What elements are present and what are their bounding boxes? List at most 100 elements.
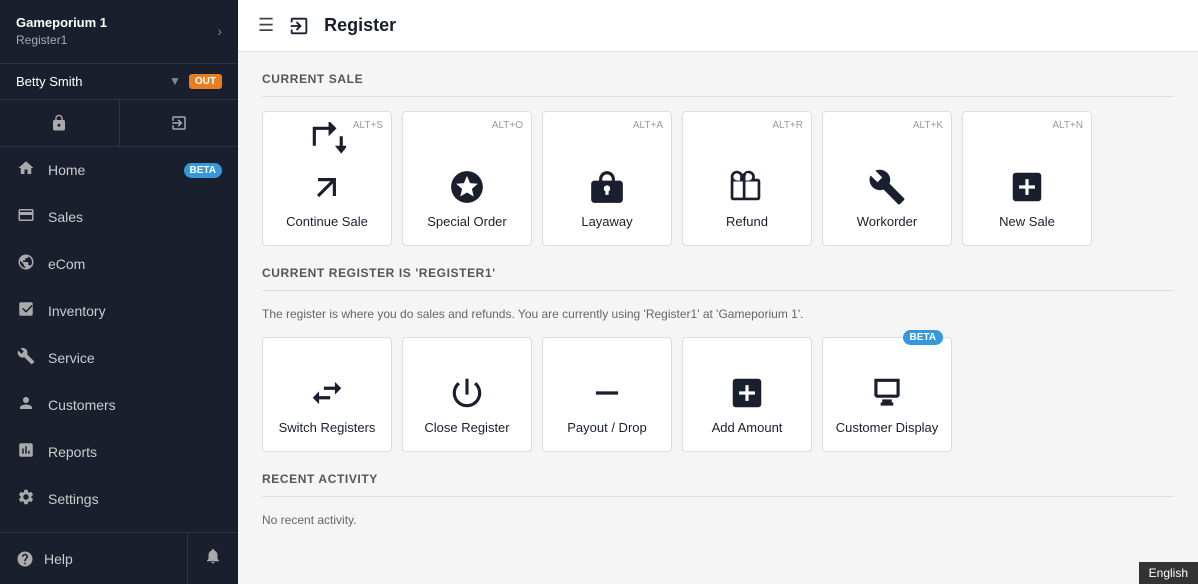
workorder-icon: [868, 168, 906, 206]
layaway-shortcut: ALT+A: [633, 120, 663, 131]
sidebar-bottom: Help: [0, 532, 238, 584]
sidebar-item-reports[interactable]: Reports: [0, 429, 238, 476]
content-area: CURRENT SALE ALT+S Continue Sale ALT+O S…: [238, 52, 1198, 584]
help-label: Help: [44, 551, 73, 567]
service-icon: [16, 347, 36, 370]
brand-name: Gameporium 1: [16, 14, 107, 32]
switch-registers-card[interactable]: Switch Registers: [262, 337, 392, 452]
payout-drop-card[interactable]: Payout / Drop: [542, 337, 672, 452]
user-name: Betty Smith: [16, 74, 165, 89]
sidebar-brand[interactable]: Gameporium 1 Register1 ›: [0, 0, 238, 64]
sidebar-item-service[interactable]: Service: [0, 335, 238, 382]
home-icon: [16, 159, 36, 182]
logout-button[interactable]: [119, 100, 239, 146]
language-label: English: [1149, 566, 1188, 580]
sidebar-item-reports-label: Reports: [48, 444, 222, 460]
layaway-label: Layaway: [581, 214, 632, 231]
payout-drop-icon: [588, 374, 626, 412]
recent-activity-empty: No recent activity.: [262, 511, 1174, 529]
add-amount-label: Add Amount: [712, 420, 783, 437]
sidebar-item-sales-label: Sales: [48, 209, 222, 225]
special-order-card[interactable]: ALT+O Special Order: [402, 111, 532, 246]
layaway-card[interactable]: ALT+A Layaway: [542, 111, 672, 246]
lock-icon: [50, 114, 68, 132]
continue-sale-card[interactable]: ALT+S Continue Sale: [262, 111, 392, 246]
workorder-card[interactable]: ALT+K Workorder: [822, 111, 952, 246]
sidebar-nav: Home BETA Sales eCom Inventory: [0, 147, 238, 532]
lock-button[interactable]: home: [0, 100, 119, 146]
new-sale-shortcut: ALT+N: [1052, 120, 1083, 131]
refund-card[interactable]: ALT+R Refund: [682, 111, 812, 246]
brand-sub: Register1: [16, 32, 107, 49]
customer-display-beta-badge: BETA: [903, 330, 943, 345]
customer-display-card[interactable]: BETA Customer Display: [822, 337, 952, 452]
register-card-grid: Switch Registers Close Register Payout /…: [262, 337, 1174, 452]
user-chevron-icon: ▼: [169, 74, 181, 88]
sidebar-item-inventory[interactable]: Inventory: [0, 288, 238, 335]
help-icon: [16, 550, 34, 568]
recent-activity-section-title: RECENT ACTIVITY: [262, 472, 1174, 486]
sidebar-item-customers-label: Customers: [48, 397, 222, 413]
refund-icon: [728, 168, 766, 206]
ecom-icon: [16, 253, 36, 276]
user-status-badge: OUT: [189, 74, 222, 89]
hamburger-menu-button[interactable]: ☰: [258, 15, 274, 36]
close-register-icon: [448, 374, 486, 412]
add-amount-icon: [728, 374, 766, 412]
sidebar: Gameporium 1 Register1 › Betty Smith ▼ O…: [0, 0, 238, 584]
continue-sale-shortcut: ALT+S: [353, 120, 383, 131]
current-sale-card-grid: ALT+S Continue Sale ALT+O Special Order …: [262, 111, 1174, 246]
brand-text: Gameporium 1 Register1: [16, 14, 107, 49]
special-order-label: Special Order: [427, 214, 506, 231]
add-amount-card[interactable]: Add Amount: [682, 337, 812, 452]
reports-icon: [16, 441, 36, 464]
customers-icon: [16, 394, 36, 417]
sidebar-item-home-label: Home: [48, 162, 172, 178]
new-sale-icon: [1008, 168, 1046, 206]
home-beta-badge: BETA: [184, 163, 222, 178]
workorder-shortcut: ALT+K: [913, 120, 943, 131]
continue-sale-arrow-icon: [308, 168, 346, 206]
switch-registers-icon: [308, 374, 346, 412]
notifications-button[interactable]: [187, 533, 238, 584]
topbar: ☰ Register: [238, 0, 1198, 52]
current-sale-section-title: CURRENT SALE: [262, 72, 1174, 86]
register-section-divider: [262, 290, 1174, 291]
sidebar-user[interactable]: Betty Smith ▼ OUT: [0, 64, 238, 100]
sidebar-item-customers[interactable]: Customers: [0, 382, 238, 429]
continue-sale-icon: [308, 122, 346, 160]
sidebar-item-settings-label: Settings: [48, 491, 222, 507]
refund-shortcut: ALT+R: [772, 120, 803, 131]
continue-sale-label: Continue Sale: [286, 214, 368, 231]
special-order-shortcut: ALT+O: [492, 120, 523, 131]
sidebar-item-inventory-label: Inventory: [48, 303, 222, 319]
sidebar-item-ecom[interactable]: eCom: [0, 241, 238, 288]
recent-activity-divider: [262, 496, 1174, 497]
inventory-icon: [16, 300, 36, 323]
close-register-label: Close Register: [424, 420, 509, 437]
register-icon: [288, 15, 310, 37]
new-sale-card[interactable]: ALT+N New Sale: [962, 111, 1092, 246]
sidebar-item-home[interactable]: Home BETA: [0, 147, 238, 194]
sidebar-item-settings[interactable]: Settings: [0, 476, 238, 523]
register-section-title: CURRENT REGISTER IS 'REGISTER1': [262, 266, 1174, 280]
switch-registers-label: Switch Registers: [279, 420, 376, 437]
sidebar-quick-icons: home: [0, 100, 238, 147]
layaway-icon: [588, 168, 626, 206]
payout-drop-label: Payout / Drop: [567, 420, 647, 437]
sidebar-item-service-label: Service: [48, 350, 222, 366]
help-button[interactable]: Help: [0, 533, 187, 584]
brand-chevron-icon: ›: [217, 23, 222, 39]
language-selector[interactable]: English: [1139, 562, 1198, 584]
topbar-title: Register: [324, 15, 396, 36]
current-sale-divider: [262, 96, 1174, 97]
special-order-icon: [448, 168, 486, 206]
settings-icon: [16, 488, 36, 511]
customer-display-label: Customer Display: [836, 420, 939, 437]
close-register-card[interactable]: Close Register: [402, 337, 532, 452]
main-content: ☰ Register CURRENT SALE ALT+S Continue S…: [238, 0, 1198, 584]
customer-display-icon: [868, 374, 906, 412]
new-sale-label: New Sale: [999, 214, 1055, 231]
sidebar-item-sales[interactable]: Sales: [0, 194, 238, 241]
register-info-text: The register is where you do sales and r…: [262, 305, 1174, 323]
